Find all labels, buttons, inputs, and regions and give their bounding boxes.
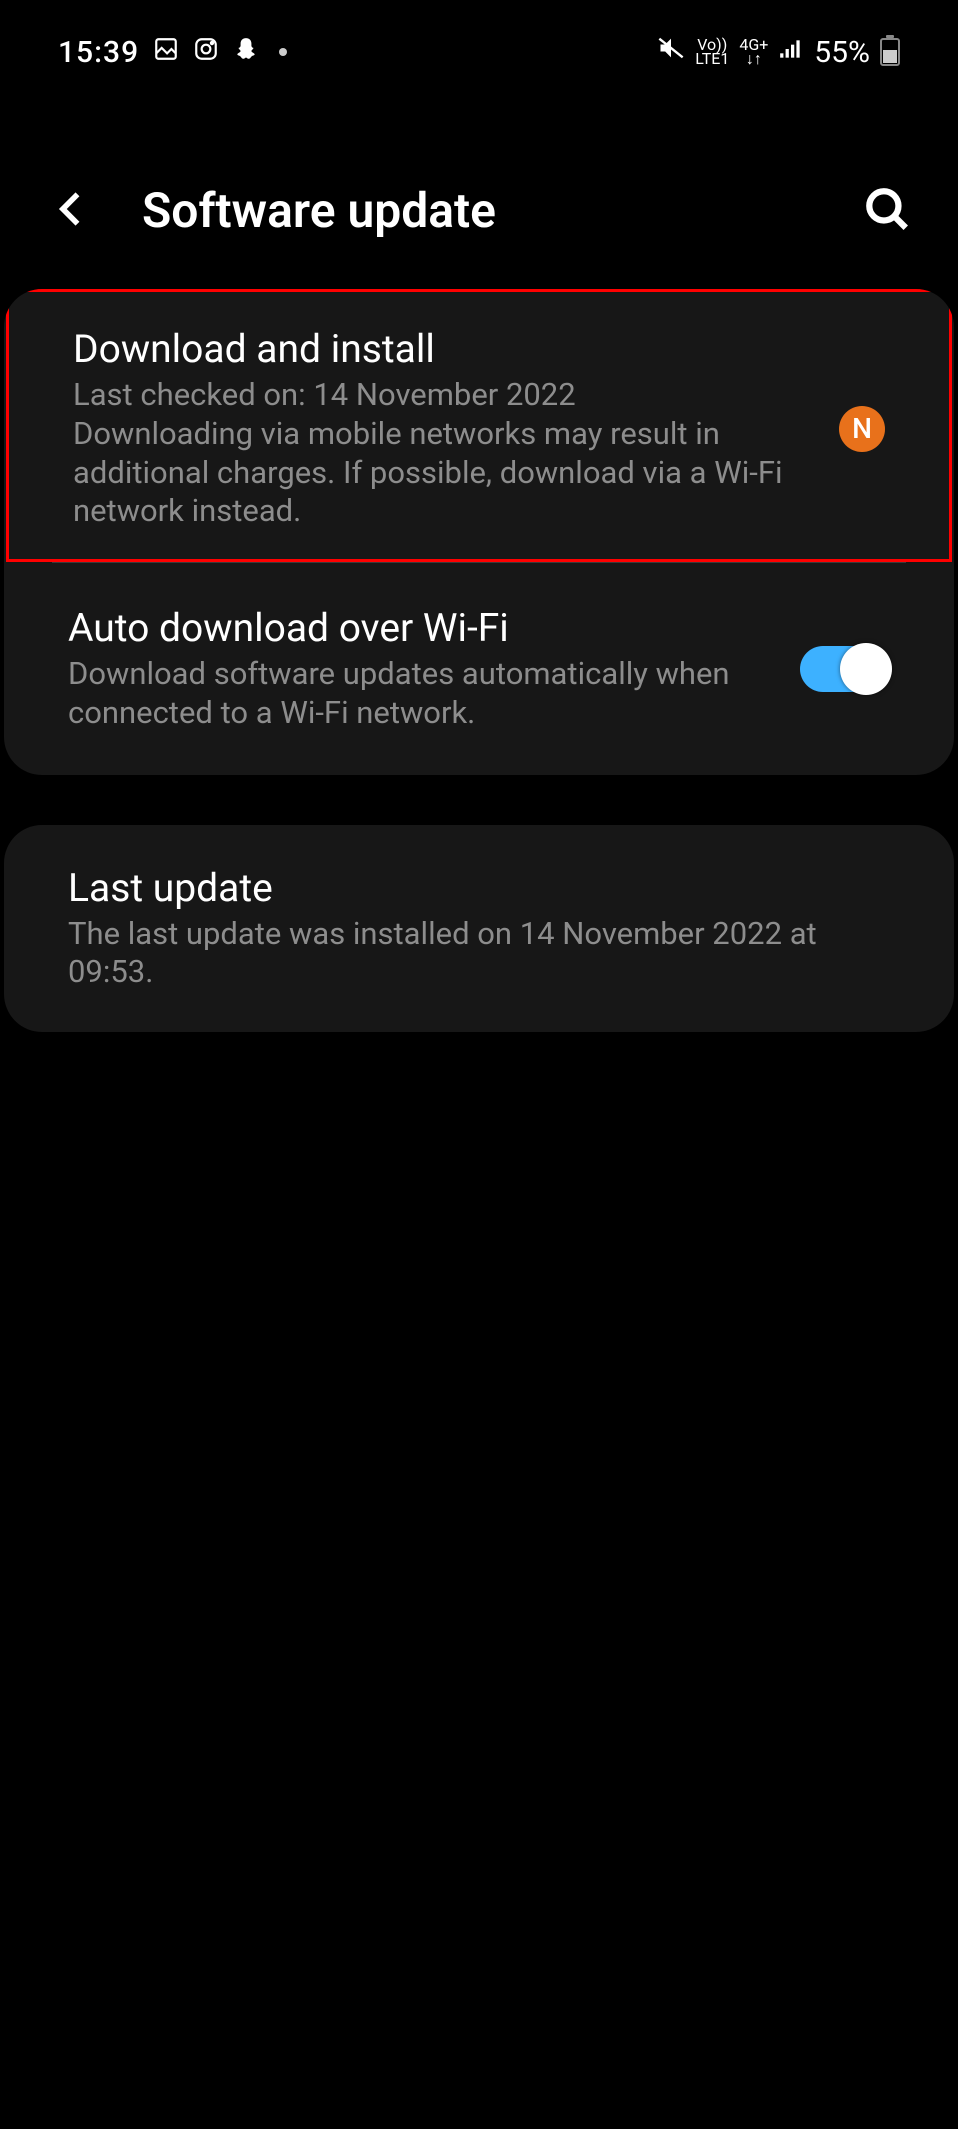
instagram-icon <box>193 35 219 70</box>
mute-icon <box>657 34 685 70</box>
download-install-desc2: Downloading via mobile networks may resu… <box>73 415 819 531</box>
new-badge: N <box>839 406 885 452</box>
snapchat-icon <box>233 35 259 70</box>
status-time: 15:39 <box>58 35 139 70</box>
last-update-row[interactable]: Last update The last update was installe… <box>4 825 954 1033</box>
gallery-icon <box>153 35 179 70</box>
page-header: Software update <box>0 82 958 269</box>
auto-download-desc: Download software updates automatically … <box>68 655 780 733</box>
highlight-download-install: Download and install Last checked on: 14… <box>6 289 952 562</box>
last-update-desc: The last update was installed on 14 Nove… <box>68 915 890 993</box>
battery-icon <box>880 38 900 66</box>
last-update-title: Last update <box>68 865 890 911</box>
auto-download-title: Auto download over Wi-Fi <box>68 605 780 651</box>
settings-card-1: Download and install Last checked on: 14… <box>4 289 954 775</box>
settings-card-2: Last update The last update was installe… <box>4 825 954 1033</box>
battery-percentage: 55% <box>814 35 870 70</box>
auto-download-toggle[interactable] <box>800 646 890 692</box>
page-title: Software update <box>142 182 862 239</box>
auto-download-row[interactable]: Auto download over Wi-Fi Download softwa… <box>4 563 954 775</box>
download-install-title: Download and install <box>73 326 819 372</box>
back-icon[interactable] <box>50 187 94 235</box>
volte-indicator: Vo)) LTE1 <box>695 38 729 66</box>
network-type: 4G+ ↓↑ <box>739 38 768 66</box>
more-notifications-dot <box>279 48 287 56</box>
download-and-install-row[interactable]: Download and install Last checked on: 14… <box>9 292 949 559</box>
search-icon[interactable] <box>862 184 918 238</box>
download-install-desc1: Last checked on: 14 November 2022 <box>73 376 819 415</box>
signal-icon <box>778 35 804 70</box>
status-bar: 15:39 Vo)) LTE1 4G+ ↓↑ 55% <box>0 0 958 82</box>
